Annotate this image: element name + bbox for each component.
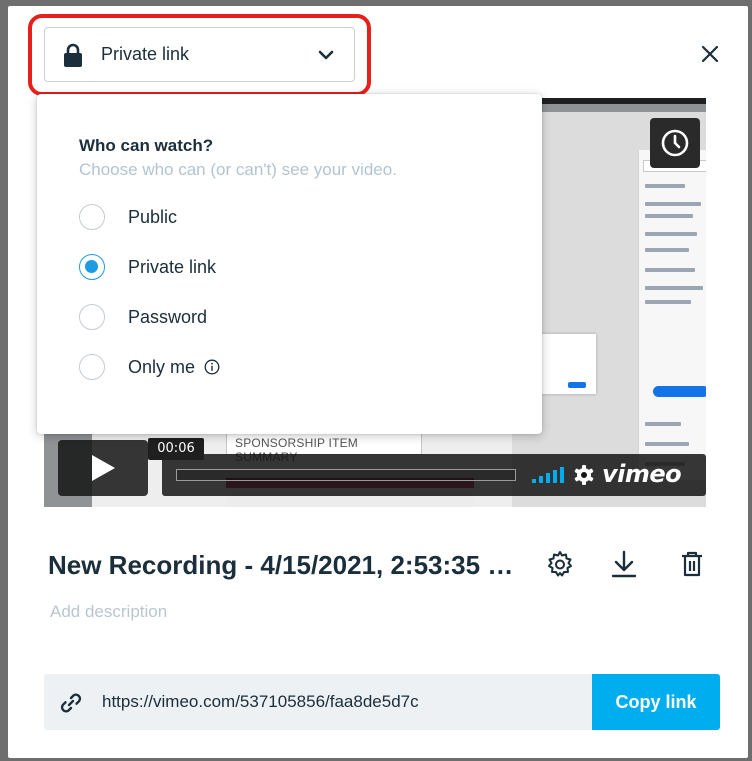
timecode-tooltip: 00:06 — [148, 438, 204, 460]
gear-icon — [574, 465, 594, 485]
privacy-menu-subtitle: Choose who can (or can't) see your video… — [79, 160, 397, 179]
download-button[interactable] — [608, 546, 640, 582]
delete-button[interactable] — [676, 546, 708, 582]
privacy-dropdown[interactable]: Private link — [44, 27, 355, 82]
privacy-menu: Who can watch? Choose who can (or can't)… — [37, 94, 542, 434]
privacy-menu-title: Who can watch? — [79, 136, 214, 155]
privacy-option-only-me[interactable]: Only me — [79, 342, 542, 392]
vimeo-logo[interactable]: vimeo — [602, 460, 682, 488]
clock-icon — [660, 128, 690, 158]
radio-only-me[interactable] — [79, 354, 105, 380]
copy-link-button[interactable]: Copy link — [592, 674, 720, 730]
video-frame-dialog — [540, 334, 596, 394]
video-title[interactable]: New Recording - 4/15/2021, 2:53:35 PM — [48, 550, 520, 581]
radio-public[interactable] — [79, 204, 105, 230]
privacy-option-private-link[interactable]: Private link — [79, 242, 542, 292]
link-icon — [58, 690, 84, 716]
share-link-bar: https://vimeo.com/537105856/faa8de5d7c C… — [44, 674, 720, 730]
player-controls: vimeo — [162, 454, 706, 496]
privacy-option-password[interactable]: Password — [79, 292, 542, 342]
privacy-option-public[interactable]: Public — [79, 192, 542, 242]
video-settings-button[interactable] — [544, 546, 576, 582]
close-icon — [700, 44, 720, 64]
player-settings-button[interactable] — [574, 465, 594, 485]
privacy-option-label: Public — [128, 206, 178, 227]
close-button[interactable] — [698, 42, 722, 66]
play-icon — [90, 454, 116, 482]
video-share-modal: Private link SPONSORSHIP ITEM vimeo 00:0… — [8, 6, 748, 758]
volume-control[interactable] — [532, 467, 566, 483]
add-description[interactable]: Add description — [50, 602, 167, 622]
info-icon[interactable] — [204, 359, 220, 375]
play-button[interactable] — [58, 440, 148, 496]
progress-bar[interactable] — [176, 469, 516, 481]
privacy-option-label: Password — [128, 306, 208, 327]
watch-later-button[interactable] — [650, 118, 700, 168]
video-frame-side-panel — [638, 150, 706, 480]
lock-icon — [63, 43, 83, 67]
privacy-option-label: Private link — [128, 256, 217, 277]
radio-password[interactable] — [79, 304, 105, 330]
privacy-option-label: Only me — [128, 356, 196, 377]
share-link-url[interactable]: https://vimeo.com/537105856/faa8de5d7c — [102, 692, 419, 712]
radio-private-link[interactable] — [79, 254, 105, 280]
chevron-down-icon — [318, 50, 334, 60]
trash-icon — [680, 550, 704, 578]
privacy-selected-label: Private link — [101, 44, 190, 64]
download-icon — [611, 550, 637, 578]
gear-icon — [546, 550, 574, 578]
